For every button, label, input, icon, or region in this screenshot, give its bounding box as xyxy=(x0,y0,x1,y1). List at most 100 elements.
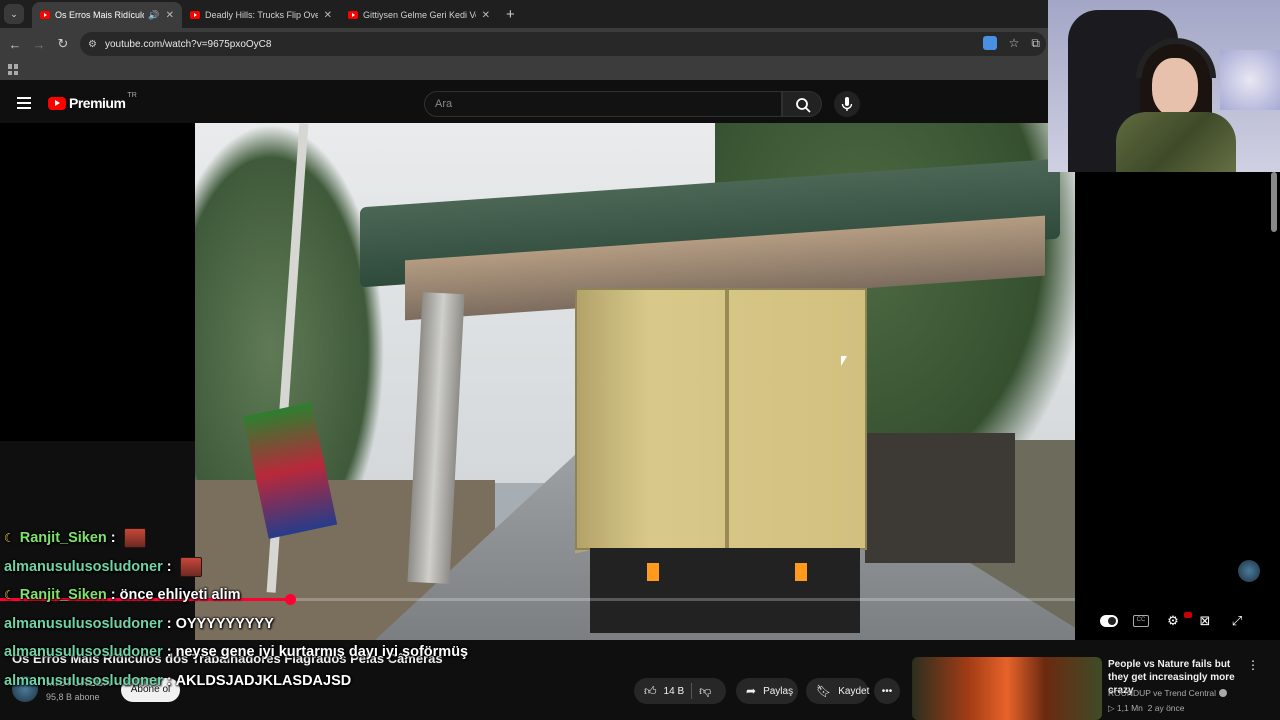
chat-separator: : xyxy=(166,672,172,689)
left-blank-area xyxy=(0,123,195,441)
suggested-menu-icon[interactable]: ⋮ xyxy=(1247,658,1259,672)
like-dislike-bar: 👍︎ 14 B 👎︎ xyxy=(634,678,726,704)
hd-badge xyxy=(1184,612,1192,618)
settings-button[interactable]: ⚙ xyxy=(1164,612,1182,630)
chat-text: OYYYYYYYYY xyxy=(175,615,274,632)
tab-title: Deadly Hills: Trucks Flip Over C xyxy=(205,10,318,20)
chat-separator: : xyxy=(166,558,172,575)
fullscreen-button[interactable]: ⤢ xyxy=(1228,612,1246,630)
brand-label: Premium xyxy=(69,95,126,111)
apps-grid-icon[interactable] xyxy=(8,64,19,75)
save-label: Kaydet xyxy=(838,685,870,697)
chat-username[interactable]: Ranjit_Siken xyxy=(20,530,107,546)
page-scrollbar[interactable] xyxy=(1271,172,1277,232)
subtitles-icon: CC xyxy=(1133,615,1149,627)
chat-message: almanusulusosludoner: AKLDSJADJKLASDAJSD xyxy=(4,667,564,696)
moderator-moon-icon: ☾ xyxy=(4,588,15,603)
video-scene-truck xyxy=(575,288,867,550)
tab-close-icon[interactable]: ✕ xyxy=(324,10,332,21)
menu-icon[interactable] xyxy=(17,97,31,109)
chat-emote-icon xyxy=(179,556,202,577)
new-tab-icon[interactable]: + xyxy=(506,6,515,23)
like-count[interactable]: 14 B xyxy=(664,686,685,697)
voice-search-button[interactable] xyxy=(834,91,860,117)
chat-message: almanusulusosludoner: OYYYYYYYYY xyxy=(4,610,564,639)
chat-message: almanusulusosludoner: neyse gene iyi kurt… xyxy=(4,638,564,667)
bookmarks-bar xyxy=(0,60,1048,80)
like-icon[interactable]: 👍︎ xyxy=(644,684,657,699)
search-icon xyxy=(796,98,811,113)
moderator-moon-icon: ☾ xyxy=(4,531,15,546)
fullscreen-icon: ⤢ xyxy=(1231,613,1243,628)
chat-username[interactable]: Ranjit_Siken xyxy=(20,587,107,603)
save-button[interactable]: 🔖︎ Kaydet xyxy=(806,678,870,704)
suggested-channel[interactable]: ROUNDUP ve Trend Central xyxy=(1108,688,1228,698)
more-actions-button[interactable]: ••• xyxy=(874,678,900,704)
forward-icon[interactable]: → xyxy=(27,37,51,52)
autoplay-toggle[interactable] xyxy=(1100,612,1118,630)
tab-search-chevron-icon[interactable]: ⌄ xyxy=(4,4,24,24)
channel-watermark-icon[interactable] xyxy=(1238,560,1260,582)
suggested-video-thumbnail[interactable] xyxy=(912,657,1102,720)
chat-text: neyse gene iyi kurtarmış dayı iyi şoförm… xyxy=(175,644,469,661)
mic-icon xyxy=(841,97,853,111)
tab-title: Gittiysen Gelme Geri Kedi Versi xyxy=(363,10,476,20)
site-info-icon[interactable]: ⚙ xyxy=(88,39,97,50)
tab-active[interactable]: Os Erros Mais Ridículos dos 🔊 ✕ xyxy=(32,2,182,28)
webcam-background xyxy=(1220,50,1280,110)
bookmark-icon: 🔖︎ xyxy=(816,684,832,698)
tab-title: Os Erros Mais Ridículos dos xyxy=(55,10,144,20)
chat-username[interactable]: almanusulusosludoner xyxy=(4,673,163,689)
search-input[interactable]: Ara xyxy=(424,91,782,117)
video-scene-truck-chassis xyxy=(590,548,860,633)
gear-icon: ⚙ xyxy=(1167,613,1179,628)
share-button[interactable]: ➦ Paylaş xyxy=(736,678,798,704)
youtube-logo[interactable]: Premium TR xyxy=(48,91,137,111)
stream-chat-overlay: ☾ Ranjit_Siken: almanusulusosludoner: ☾ Ranj… xyxy=(4,524,564,695)
tab-close-icon[interactable]: ✕ xyxy=(482,10,490,21)
back-icon[interactable]: ← xyxy=(3,37,27,52)
reload-icon[interactable]: ↻ xyxy=(51,36,75,52)
share-label: Paylaş xyxy=(763,685,794,697)
chat-message: almanusulusosludoner: xyxy=(4,553,564,582)
share-icon: ➦ xyxy=(746,684,757,698)
mouse-cursor-icon xyxy=(841,356,847,366)
subtitles-button[interactable]: CC xyxy=(1132,612,1150,630)
chat-username[interactable]: almanusulusosludoner xyxy=(4,616,163,632)
chat-message: ☾ Ranjit_Siken: önce ehliyeti alim xyxy=(4,581,564,610)
chat-separator: : xyxy=(166,644,172,661)
chat-message: ☾ Ranjit_Siken: xyxy=(4,524,564,553)
divider xyxy=(691,683,693,699)
toggle-icon xyxy=(1100,615,1118,627)
theater-mode-button[interactable]: ⊠ xyxy=(1196,612,1214,630)
suggested-meta: ▷ 1,1 Mn 2 ay önce xyxy=(1108,703,1185,713)
tab-2[interactable]: Deadly Hills: Trucks Flip Over C ✕ xyxy=(182,2,340,28)
search-button[interactable] xyxy=(782,91,822,117)
video-scene-shop xyxy=(865,433,1015,563)
chat-emote-icon xyxy=(123,528,146,549)
dislike-icon[interactable]: 👎︎ xyxy=(699,684,711,699)
chat-separator: : xyxy=(110,587,116,604)
cast-icon[interactable] xyxy=(982,36,997,50)
address-bar[interactable]: ⚙ youtube.com/watch?v=9675pxoOyC8 ☆ ⧉ xyxy=(80,32,1046,56)
youtube-header: Premium TR Ara xyxy=(0,84,1048,122)
tab-3[interactable]: Gittiysen Gelme Geri Kedi Versi ✕ xyxy=(340,2,498,28)
suggested-channel-name: ROUNDUP ve Trend Central xyxy=(1108,688,1217,698)
youtube-favicon-icon xyxy=(348,11,358,19)
verified-icon xyxy=(1219,689,1228,697)
region-code: TR xyxy=(127,91,137,99)
chat-username[interactable]: almanusulusosludoner xyxy=(4,644,163,660)
bookmark-star-icon[interactable]: ☆ xyxy=(1009,36,1020,51)
extension-icon[interactable]: ⧉ xyxy=(1031,36,1040,51)
chat-separator: : xyxy=(110,530,116,547)
chat-username[interactable]: almanusulusosludoner xyxy=(4,559,163,575)
chat-text: önce ehliyeti alim xyxy=(119,587,241,604)
video-scene-taillight xyxy=(795,563,807,581)
player-controls: CC ⚙ ⊠ ⤢ xyxy=(1100,612,1246,630)
webcam-person-shirt xyxy=(1116,112,1236,172)
speaker-icon[interactable]: 🔊 xyxy=(148,10,159,21)
youtube-favicon-icon xyxy=(190,11,200,19)
browser-tabstrip: ⌄ Os Erros Mais Ridículos dos 🔊 ✕ Deadly… xyxy=(0,0,1048,28)
tab-close-icon[interactable]: ✕ xyxy=(166,10,174,21)
youtube-favicon-icon xyxy=(40,11,50,19)
